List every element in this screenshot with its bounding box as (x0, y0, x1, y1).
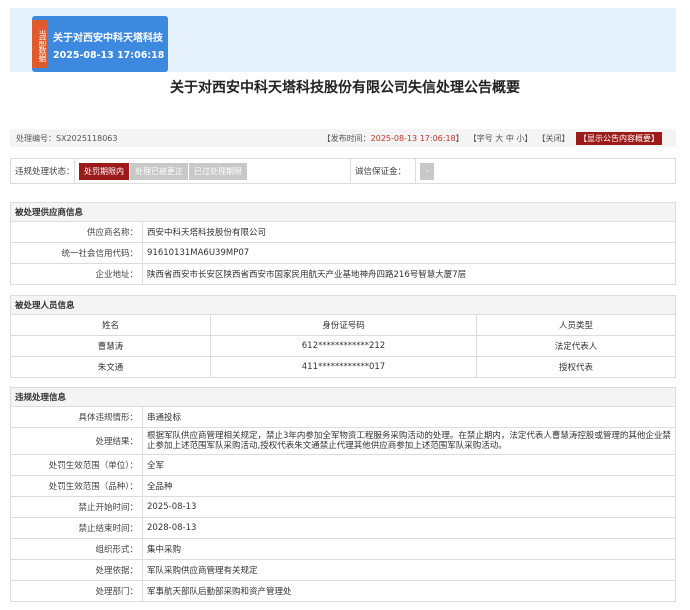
table-header-row: 姓名 身份证号码 人员类型 (10, 314, 676, 336)
table-row: 组织形式： 集中采购 (10, 538, 676, 560)
address-label: 企业地址： (10, 263, 143, 285)
table-row: 禁止结束时间： 2028-08-13 (10, 517, 676, 539)
person-name: 朱文通 (10, 356, 211, 378)
credit-code-label: 统一社会信用代码： (10, 242, 143, 264)
meta-actions: 【发布时间：2025-08-13 17:06:18】 【字号 大 中 小】 【关… (323, 132, 662, 145)
supplier-section-title: 被处理供应商信息 (10, 202, 676, 222)
person-id: 411************017 (210, 356, 477, 378)
scope-unit-value: 全军 (142, 454, 676, 476)
scope-category-label: 处罚生效范围（品种）： (10, 475, 143, 497)
basis-label: 处理依据： (10, 559, 143, 581)
supplier-name-value: 西安中科天塔科技股份有限公司 (142, 221, 676, 243)
table-row: 供应商名称： 西安中科天塔科技股份有限公司 (10, 221, 676, 243)
violation-type-value: 串通投标 (142, 406, 676, 428)
violation-type-label: 具体违规情形： (10, 406, 143, 428)
top-banner: 当前数据 关于对西安中科天塔科技 2025-08-13 17:06:18 (10, 8, 676, 72)
column-header-type: 人员类型 (476, 314, 676, 336)
status-option-corrected[interactable]: 处理已被更正 (130, 162, 188, 180)
doc-number-value: SX2025118063 (56, 134, 118, 143)
department-label: 处理部门： (10, 580, 143, 602)
status-table: 违规处理状态： 处罚期限内 处理已被更正 已过处理期限 诚信保证金： - (10, 158, 676, 184)
table-row: 朱文通 411************017 授权代表 (10, 356, 676, 378)
persons-section-title: 被处理人员信息 (10, 295, 676, 315)
publish-label: 【发布时间： (322, 134, 371, 143)
column-header-id: 身份证号码 (210, 314, 477, 336)
table-row: 企业地址： 陕西省西安市长安区陕西省西安市国家民用航天产业基地神舟四路216号智… (10, 263, 676, 285)
column-header-name: 姓名 (10, 314, 211, 336)
status-label: 违规处理状态： (10, 158, 75, 184)
ban-end-value: 2028-08-13 (142, 517, 676, 539)
scope-category-value: 全品种 (142, 475, 676, 497)
organization-form-value: 集中采购 (142, 538, 676, 560)
card-time: 2025-08-13 17:06:18 (53, 50, 165, 61)
violation-table: 违规处理信息 具体违规情形： 串通投标 处理结果： 根据军队供应商管理相关规定，… (10, 387, 676, 602)
person-id: 612************212 (210, 335, 477, 357)
table-row: 统一社会信用代码： 91610131MA6U39MP07 (10, 242, 676, 264)
result-label: 处理结果： (10, 427, 143, 455)
result-value: 根据军队供应商管理相关规定，禁止3年内参加全军物资工程服务采购活动的处理。在禁止… (142, 427, 676, 455)
basis-value: 军队采购供应商管理有关规定 (142, 559, 676, 581)
status-option-active[interactable]: 处罚期限内 (79, 162, 129, 180)
person-name: 曹慧涛 (10, 335, 211, 357)
supplier-table: 被处理供应商信息 供应商名称： 西安中科天塔科技股份有限公司 统一社会信用代码：… (10, 202, 676, 285)
current-data-badge: 当前数据 (32, 20, 47, 68)
announcement-card[interactable]: 当前数据 关于对西安中科天塔科技 2025-08-13 17:06:18 (32, 16, 168, 72)
table-row: 处罚生效范围（品种）： 全品种 (10, 475, 676, 497)
table-row: 处罚生效范围（单位）： 全军 (10, 454, 676, 476)
address-value: 陕西省西安市长安区陕西省西安市国家民用航天产业基地神舟四路216号智慧大厦7层 (142, 263, 676, 285)
card-title: 关于对西安中科天塔科技 (53, 33, 163, 44)
table-row: 曹慧涛 612************212 法定代表人 (10, 335, 676, 357)
supplier-name-label: 供应商名称： (10, 221, 143, 243)
page-title: 关于对西安中科天塔科技股份有限公司失信处理公告概要 (170, 80, 520, 96)
status-options: 处罚期限内 处理已被更正 已过处理期限 (74, 158, 351, 184)
ban-start-value: 2025-08-13 (142, 496, 676, 518)
persons-table: 被处理人员信息 姓名 身份证号码 人员类型 曹慧涛 612***********… (10, 295, 676, 378)
ban-end-label: 禁止结束时间： (10, 517, 143, 539)
person-type: 授权代表 (476, 356, 676, 378)
scope-unit-label: 处罚生效范围（单位）： (10, 454, 143, 476)
publish-time: 2025-08-13 17:06:18 (370, 134, 456, 143)
table-row: 处理结果： 根据军队供应商管理相关规定，禁止3年内参加全军物资工程服务采购活动的… (10, 427, 676, 455)
department-value: 军事航天部队后勤部采购和资产管理处 (142, 580, 676, 602)
deposit-value: - (420, 162, 434, 180)
person-type: 法定代表人 (476, 335, 676, 357)
table-row: 处理依据： 军队采购供应商管理有关规定 (10, 559, 676, 581)
font-large-link[interactable]: 大 (495, 134, 503, 143)
show-summary-button[interactable]: 【显示公告内容概要】 (576, 132, 662, 145)
deposit-cell: - (415, 158, 676, 184)
credit-code-value: 91610131MA6U39MP07 (142, 242, 676, 264)
close-link[interactable]: 【关闭】 (537, 134, 569, 143)
table-row: 禁止开始时间： 2025-08-13 (10, 496, 676, 518)
deposit-label: 诚信保证金： (350, 158, 416, 184)
ban-start-label: 禁止开始时间： (10, 496, 143, 518)
font-size-close-bracket: 】 (524, 134, 533, 143)
font-size-label: 【字号 (468, 134, 493, 143)
table-row: 处理部门： 军事航天部队后勤部采购和资产管理处 (10, 580, 676, 602)
font-medium-link[interactable]: 中 (506, 134, 514, 143)
status-option-expired[interactable]: 已过处理期限 (189, 162, 247, 180)
doc-number-label: 处理编号： (16, 134, 56, 143)
organization-form-label: 组织形式： (10, 538, 143, 560)
meta-bar: 处理编号：SX2025118063 【发布时间：2025-08-13 17:06… (10, 129, 676, 147)
publish-suffix: 】 (455, 134, 464, 143)
violation-section-title: 违规处理信息 (10, 387, 676, 407)
table-row: 具体违规情形： 串通投标 (10, 406, 676, 428)
doc-number: 处理编号：SX2025118063 (16, 133, 117, 144)
